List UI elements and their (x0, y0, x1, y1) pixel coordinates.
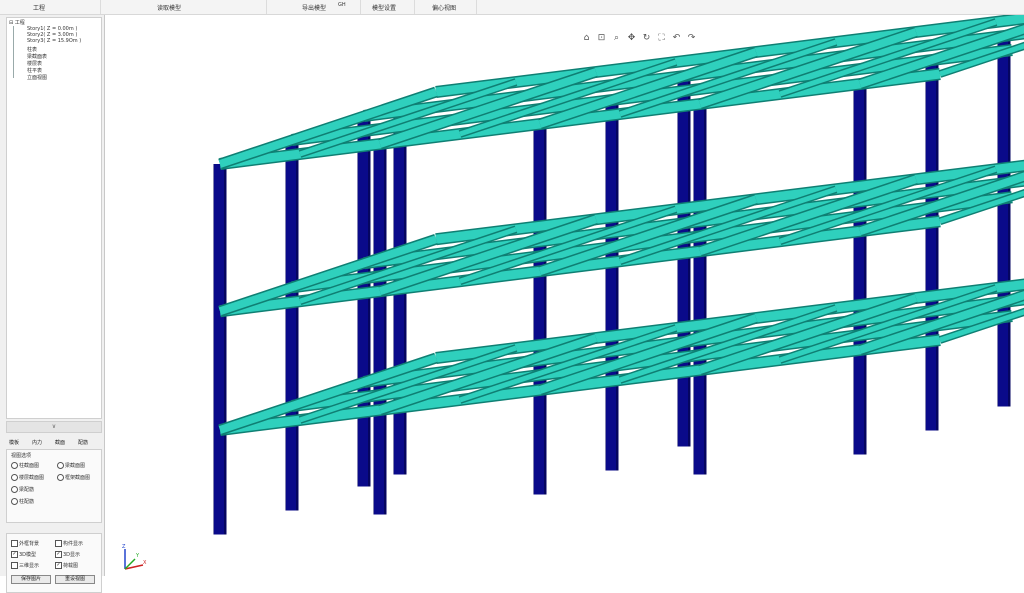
checkbox-load-diagram[interactable]: ✓ (55, 562, 62, 569)
tab-strip: 模板 内力 截面 配筋 (6, 439, 100, 449)
radio-label: 梁配筋 (19, 487, 35, 493)
checkbox-label: 外框背景 (19, 541, 40, 547)
radio-option-6[interactable] (11, 498, 18, 505)
checkbox-label: 构件显示 (63, 541, 84, 547)
radio-label: 梁截面图 (65, 463, 86, 469)
tree-guide (13, 26, 14, 78)
radio-option-1[interactable] (11, 462, 18, 469)
menu-read-model[interactable]: 读取模型 (157, 3, 181, 12)
view-options-panel: 视图选项 柱截面图 梁截面图 楼层截面图 框架截面图 梁配筋 柱配筋 (6, 449, 102, 523)
tree-item-column-plan[interactable]: 柱平表 (27, 67, 42, 74)
radio-label: 框架截面图 (65, 475, 91, 481)
menu-eccentric-view[interactable]: 偏心视图 (432, 3, 456, 12)
checkbox-3d-model[interactable]: ✓ (11, 551, 18, 558)
panel-title: 视图选项 (11, 453, 32, 459)
checkbox-member-display[interactable] (55, 540, 62, 547)
radio-label: 柱截面图 (19, 463, 40, 469)
menu-export-model[interactable]: 导出模型 (302, 3, 326, 12)
radio-label: 楼层截面图 (19, 475, 45, 481)
checkbox-frame-bg[interactable] (11, 540, 18, 547)
tree-root-label: 工程 (14, 20, 25, 26)
display-options: 外框背景 构件显示 ✓ 3D模型 ✓ 3D显示 三维显示 ✓ 荷载图 保存图片 … (6, 533, 102, 593)
radio-option-5[interactable] (11, 486, 18, 493)
tree-item-beam-sections[interactable]: 梁截面表 (27, 53, 47, 60)
tab-internal-force[interactable]: 内力 (32, 439, 42, 446)
tree-item-columns[interactable]: 柱表 (27, 46, 37, 53)
axis-label-y: Y (135, 553, 140, 559)
sidebar: ⊟ 工程 Story1( Z = 0.00m ) Story2( Z = 3.0… (0, 15, 105, 593)
collapse-toggle[interactable]: ∨ (6, 421, 102, 433)
menu-bar: 工程 读取模型 导出模型 GH 模型设置 偏心视图 (0, 0, 1024, 15)
checkbox-label: 3D显示 (63, 552, 81, 558)
checkbox-label: 三维显示 (19, 563, 40, 569)
menu-divider (100, 0, 101, 14)
tree-item-story3[interactable]: Story3( Z = 15.9Om ) (27, 38, 81, 44)
menu-divider (266, 0, 267, 14)
menu-divider (476, 0, 477, 14)
3d-viewport[interactable]: ⌂ ⊡ ⌕ ✥ ↻ ⛶ ↶ ↷ Z X Y (105, 15, 1024, 576)
structure-model (213, 15, 1024, 535)
checkbox-label: 3D模型 (19, 552, 37, 558)
menu-divider (360, 0, 361, 14)
radio-option-3[interactable] (11, 474, 18, 481)
axis-label-z: Z (122, 544, 126, 550)
radio-option-4[interactable] (57, 474, 64, 481)
tree-item-elevation[interactable]: 立面视图 (27, 74, 47, 81)
checkbox-label: 荷载图 (63, 563, 79, 569)
menu-model-settings[interactable]: 模型设置 (372, 3, 396, 12)
menu-gh[interactable]: GH (338, 2, 346, 8)
menu-project[interactable]: 工程 (33, 3, 45, 12)
tree-item-floors[interactable]: 楼层表 (27, 60, 42, 67)
menu-divider (414, 0, 415, 14)
save-image-button[interactable]: 保存图片 (11, 575, 51, 584)
project-tree[interactable]: ⊟ 工程 Story1( Z = 0.00m ) Story2( Z = 3.0… (6, 17, 102, 419)
tree-root[interactable]: ⊟ 工程 (9, 19, 25, 26)
checkbox-3d-display[interactable]: ✓ (55, 551, 62, 558)
radio-label: 柱配筋 (19, 499, 35, 505)
checkbox-three-d[interactable] (11, 562, 18, 569)
tab-section[interactable]: 截面 (55, 439, 65, 446)
axis-triad: Z X Y (122, 544, 147, 570)
tab-reinforcement[interactable]: 配筋 (78, 439, 88, 446)
axis-label-x: X (143, 560, 147, 566)
tab-template[interactable]: 模板 (9, 439, 19, 446)
reset-view-button[interactable]: 重设视图 (55, 575, 95, 584)
radio-option-2[interactable] (57, 462, 64, 469)
